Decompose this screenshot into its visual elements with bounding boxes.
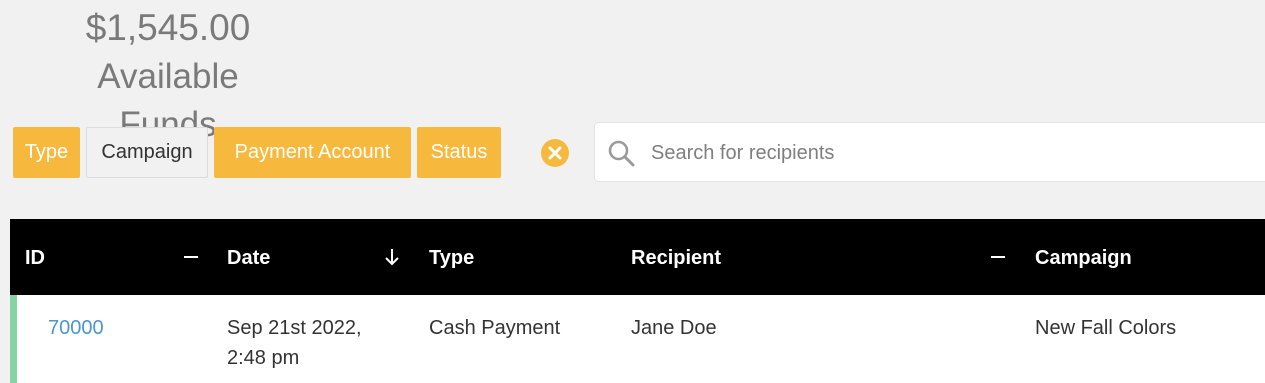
search-input[interactable] (649, 133, 1253, 173)
row-id-link[interactable]: 70000 (48, 313, 104, 343)
filter-campaign-button[interactable]: Campaign (86, 127, 208, 178)
column-header-recipient[interactable]: Recipient (631, 219, 721, 295)
arrow-down-icon[interactable] (381, 246, 403, 268)
row-type: Cash Payment (429, 317, 561, 339)
row-campaign: New Fall Colors (1035, 317, 1177, 339)
clear-filters-button[interactable] (541, 139, 569, 167)
row-recipient: Jane Doe (631, 317, 717, 339)
page: $1,545.00 Available Funds Type Campaign … (0, 0, 1265, 383)
row-date-line1: Sep 21st 2022, (227, 317, 362, 339)
funds-amount: $1,545.00 (85, 7, 251, 48)
table-row[interactable]: 70000 Sep 21st 2022, 2:48 pm Cash Paymen… (10, 295, 1265, 383)
row-date: Sep 21st 2022, 2:48 pm (227, 313, 362, 373)
minus-icon[interactable] (987, 246, 1009, 268)
column-header-campaign[interactable]: Campaign (1035, 219, 1132, 295)
column-header-date[interactable]: Date (227, 219, 270, 295)
filter-type-button[interactable]: Type (13, 127, 80, 178)
column-header-type[interactable]: Type (429, 219, 474, 295)
filter-payment-account-button[interactable]: Payment Account (214, 127, 411, 178)
minus-icon[interactable] (180, 246, 202, 268)
row-date-line2: 2:48 pm (227, 347, 300, 369)
search-icon (608, 140, 635, 167)
column-header-id[interactable]: ID (25, 219, 45, 295)
search-box (594, 122, 1265, 182)
close-circle-icon (548, 146, 562, 160)
filter-status-button[interactable]: Status (417, 127, 501, 178)
table-header: ID Date Type Recipient Campaign (10, 219, 1265, 295)
